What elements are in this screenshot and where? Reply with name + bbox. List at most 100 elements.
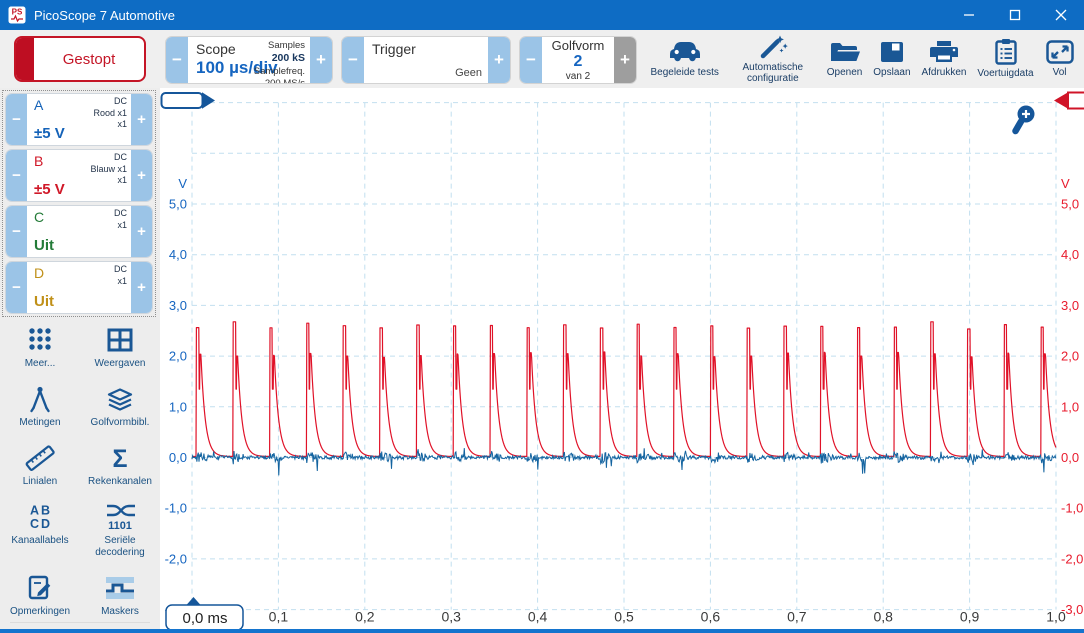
timebase-increase-button[interactable]: + (310, 37, 332, 83)
minimize-button[interactable] (946, 0, 992, 30)
tool-maskers[interactable]: Maskers (80, 573, 160, 618)
channel-b-increase-button[interactable]: + (131, 150, 152, 201)
action-afdrukken[interactable]: Afdrukken (921, 39, 966, 79)
waveform-next-button[interactable]: + (614, 37, 636, 83)
y-tick-left: -1,0 (165, 501, 187, 516)
time-origin-label: 0,0 ms (182, 610, 227, 627)
waveform-title: Golfvorm (551, 38, 605, 54)
action-opslaan[interactable]: Opslaan (873, 39, 911, 79)
channel-name: C (34, 209, 45, 225)
action-openen[interactable]: Openen (827, 39, 862, 79)
tool-kanaallabels[interactable]: A B C D Kanaallabels (0, 502, 80, 559)
grid (191, 102, 1058, 611)
channel-c-increase-button[interactable]: + (131, 206, 152, 257)
waveform-channel-b (191, 448, 1057, 476)
tool-label: Golfvormbibl. (90, 417, 150, 428)
channel-c-row[interactable]: − C DC x1 Uit + (5, 205, 153, 258)
views-icon (106, 325, 134, 355)
channel-d-row[interactable]: − D DC x1 Uit + (5, 261, 153, 314)
y-tick-right: -2,0 (1061, 551, 1083, 566)
channel-coupling: DC (114, 152, 127, 162)
timebase-panel: − Scope 100 µs/div Samples 200 kS Sample… (165, 36, 333, 84)
y-tick-right: 3,0 (1061, 298, 1079, 313)
svg-text:A: A (30, 504, 39, 518)
tool-seri-le-decodering[interactable]: 1101 Seriële decodering (80, 502, 160, 559)
tool-label: Seriële decodering (95, 535, 145, 558)
tool-weergaven[interactable]: Weergaven (80, 325, 160, 370)
timebase-decrease-button[interactable]: − (166, 37, 188, 83)
x-tick: 0,2 (355, 609, 375, 625)
timebase-body[interactable]: Scope 100 µs/div Samples 200 kS Samplefr… (188, 37, 310, 83)
car-icon (668, 39, 702, 65)
y-axis-right-unit: V (1061, 176, 1070, 191)
channel-c-body: C DC x1 Uit (27, 206, 131, 257)
channel-d-increase-button[interactable]: + (131, 262, 152, 313)
channel-a-body: A DC Rood x1 x1 ±5 V (27, 94, 131, 145)
zoom-tool-icon[interactable] (1012, 105, 1035, 135)
trigger-body[interactable]: Trigger Geen (364, 37, 488, 83)
waveform-body[interactable]: Golfvorm 2 van 2 (542, 37, 614, 83)
channel-attenuation: x1 (117, 175, 127, 186)
x-tick: 0,7 (787, 609, 807, 625)
toolbar-actions: Begeleide tests Automatische configuratie… (645, 30, 1080, 88)
channel-attenuation: x1 (117, 219, 127, 230)
trigger-increase-button[interactable]: + (488, 37, 510, 83)
y-tick-right: 5,0 (1061, 197, 1079, 212)
channel-a-increase-button[interactable]: + (131, 94, 152, 145)
samplefreq-label: Samplefreq. (253, 65, 305, 77)
tool-opmerkingen[interactable]: Opmerkingen (0, 573, 80, 618)
channel-b-row[interactable]: − B DC Blauw x1 x1 ±5 V + (5, 149, 153, 202)
channel-c-decrease-button[interactable]: − (6, 206, 27, 257)
svg-text:PS: PS (12, 8, 23, 17)
channel-a-row[interactable]: − A DC Rood x1 x1 ±5 V + (5, 93, 153, 146)
scope-view[interactable]: V5,04,03,02,01,00,0-1,0-2,0-3,0V5,04,03,… (160, 88, 1084, 633)
serial-icon: 1101 (102, 502, 138, 532)
y-tick-left: 0,0 (169, 450, 187, 465)
tool-linialen[interactable]: Linialen (0, 443, 80, 488)
svg-text:B: B (41, 504, 50, 518)
x-tick: 0,5 (614, 609, 634, 625)
tool-golfvormbibl-[interactable]: Golfvormbibl. (80, 384, 160, 429)
tool-metingen[interactable]: Metingen (0, 384, 80, 429)
tool-label: Weergaven (94, 358, 146, 369)
x-tick: 0,6 (701, 609, 721, 625)
channel-attenuation: x1 (117, 119, 127, 130)
tool-label: Meer... (24, 358, 56, 369)
library-icon (105, 384, 135, 414)
channel-d-body: D DC x1 Uit (27, 262, 131, 313)
action-begeleide-tests[interactable]: Begeleide tests (650, 39, 719, 79)
tool-rekenkanalen[interactable]: Σ Rekenkanalen (80, 443, 160, 488)
x-tick: 0,3 (441, 609, 461, 625)
trigger-decrease-button[interactable]: − (342, 37, 364, 83)
channel-b-axis-handle[interactable] (1054, 91, 1084, 110)
channel-a-axis-handle[interactable] (160, 92, 216, 109)
trigger-panel: − Trigger Geen + (341, 36, 511, 84)
ruler-icon (25, 443, 55, 473)
action-automatische-configuratie[interactable]: Automatische configuratie (730, 34, 816, 85)
channel-a-decrease-button[interactable]: − (6, 94, 27, 145)
waveform-number: 2 (573, 53, 583, 71)
samples-value: 200 kS (271, 52, 305, 65)
channel-probe: Blauw x1 (90, 163, 127, 174)
stop-start-button[interactable]: Gestopt (14, 36, 146, 82)
channel-d-decrease-button[interactable]: − (6, 262, 27, 313)
tool-meer-[interactable]: Meer... (0, 325, 80, 370)
printer-icon (929, 39, 959, 65)
maximize-button[interactable] (992, 0, 1038, 30)
expand-icon (1045, 39, 1075, 65)
close-button[interactable] (1038, 0, 1084, 30)
channel-b-decrease-button[interactable]: − (6, 150, 27, 201)
y-axis-left-unit: V (178, 176, 187, 191)
tool-label: Metingen (19, 417, 61, 428)
y-tick-left: 4,0 (169, 247, 187, 262)
channel-panel: − A DC Rood x1 x1 ±5 V + − B DC Blauw x1 x1 ±5 V + − C D… (2, 90, 156, 317)
waveform-panel: − Golfvorm 2 van 2 + (519, 36, 637, 84)
waveform-previous-button[interactable]: − (520, 37, 542, 83)
svg-text:C: C (30, 517, 39, 531)
action-vol[interactable]: Vol (1045, 39, 1075, 79)
app-logo-icon: PS (8, 6, 26, 24)
wand-icon (758, 34, 788, 60)
channel-name: B (34, 153, 44, 169)
svg-text:1101: 1101 (108, 520, 132, 532)
action-voertuigdata[interactable]: Voertuigdata (977, 38, 1034, 80)
